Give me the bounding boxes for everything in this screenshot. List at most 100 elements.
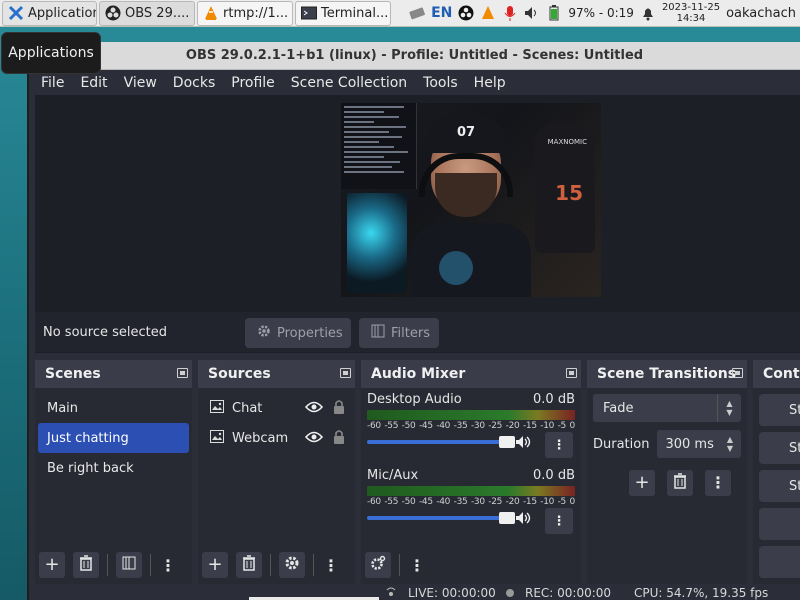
remove-transition-button[interactable]	[667, 470, 693, 496]
slider-handle[interactable]	[499, 436, 515, 448]
source-item-chat[interactable]: Chat	[198, 393, 355, 423]
add-source-button[interactable]: +	[202, 552, 228, 578]
system-tray: EN 97% - 0:19 2023-11-25 14:34 oakachach	[409, 0, 800, 27]
task-label: Terminal...	[321, 5, 389, 21]
audio-mixer-title: Audio Mixer	[371, 366, 466, 382]
live-status-icon	[384, 586, 398, 600]
source-item-webcam[interactable]: Webcam	[198, 423, 355, 453]
mixer-more-menu-icon[interactable]: ⋮	[408, 552, 426, 578]
applications-menu-button[interactable]: Applications	[2, 0, 97, 26]
add-scene-button[interactable]: +	[39, 552, 65, 578]
clock[interactable]: 2023-11-25 14:34	[662, 2, 720, 24]
menu-view[interactable]: View	[124, 75, 157, 91]
person-shirt	[411, 223, 531, 297]
scene-filters-button[interactable]	[116, 552, 142, 578]
scene-item-be-right-back[interactable]: Be right back	[35, 453, 192, 483]
menu-tools[interactable]: Tools	[423, 75, 458, 91]
speaker-icon[interactable]	[515, 510, 535, 526]
sources-dock: Sources Chat Webcam + ⋮	[198, 360, 355, 584]
channel-name: Desktop Audio	[367, 392, 462, 407]
keyboard-layout[interactable]: EN	[431, 5, 452, 21]
undock-icon[interactable]	[177, 368, 188, 378]
exit-button[interactable]	[759, 546, 800, 578]
controls-dock: Contr Sta Sta St	[753, 360, 800, 584]
scenes-header: Scenes	[35, 360, 192, 388]
live-timer: LIVE: 00:00:00	[408, 586, 496, 600]
menu-profile[interactable]: Profile	[231, 75, 275, 91]
menu-file[interactable]: File	[41, 75, 64, 91]
source-properties-button[interactable]	[279, 552, 305, 578]
volume-slider[interactable]	[367, 436, 515, 448]
task-terminal[interactable]: Terminal...	[295, 0, 391, 26]
image-source-icon	[210, 399, 224, 417]
vlc-tray-icon[interactable]	[480, 5, 496, 21]
gear-icon	[257, 324, 271, 342]
microphone-icon[interactable]	[502, 5, 518, 21]
transition-menu-icon[interactable]: ⋮	[705, 470, 731, 496]
preview-video[interactable]: MAXNOMIC 15 07	[341, 103, 601, 297]
menu-edit[interactable]: Edit	[80, 75, 107, 91]
duration-spinbox[interactable]: 300 ms ▲ ▼	[657, 430, 741, 458]
volume-slider[interactable]	[367, 512, 515, 524]
properties-label: Properties	[277, 325, 343, 341]
notification-bell-icon[interactable]	[640, 5, 656, 21]
lock-icon[interactable]	[333, 429, 345, 449]
lock-icon[interactable]	[333, 399, 345, 419]
task-label: rtmp://1...	[223, 5, 289, 21]
filters-label: Filters	[391, 325, 430, 341]
volume-icon[interactable]	[524, 5, 540, 21]
eye-icon[interactable]	[304, 401, 324, 417]
undock-icon[interactable]	[732, 368, 743, 378]
start-recording-button[interactable]: Sta	[759, 432, 800, 464]
transition-toolbar: + ⋮	[629, 470, 747, 496]
select-arrows-icon: ▲ ▼	[717, 394, 741, 422]
slider-handle[interactable]	[499, 512, 515, 524]
scene-item-just-chatting[interactable]: Just chatting	[38, 423, 189, 453]
spin-arrows-icon[interactable]: ▲ ▼	[719, 430, 741, 458]
plus-icon: +	[207, 554, 223, 575]
user-menu[interactable]: oakachach	[726, 6, 796, 21]
sources-title: Sources	[208, 366, 271, 382]
obs-window: OBS 29.0.2.1-1+b1 (linux) - Profile: Unt…	[27, 42, 800, 600]
network-icon[interactable]	[409, 5, 426, 21]
menu-scene-collection[interactable]: Scene Collection	[291, 75, 407, 91]
scenes-title: Scenes	[45, 366, 101, 382]
menu-docks[interactable]: Docks	[173, 75, 215, 91]
scene-item-main[interactable]: Main	[35, 393, 192, 423]
channel-menu-icon[interactable]: ⋮	[545, 508, 573, 534]
channel-menu-icon[interactable]: ⋮	[545, 432, 573, 458]
vlc-icon	[203, 5, 219, 21]
speaker-icon[interactable]	[515, 434, 535, 450]
scenes-toolbar: + ⋮	[39, 550, 188, 580]
properties-button[interactable]: Properties	[245, 318, 351, 348]
task-vlc[interactable]: rtmp://1...	[197, 0, 293, 26]
transition-select[interactable]: Fade ▲ ▼	[593, 394, 741, 422]
eye-icon[interactable]	[304, 431, 324, 447]
settings-button[interactable]	[759, 508, 800, 540]
remove-source-button[interactable]	[236, 552, 262, 578]
volume-meter	[367, 410, 575, 420]
remove-scene-button[interactable]	[73, 552, 99, 578]
plus-icon: +	[634, 472, 650, 493]
obs-tray-icon[interactable]	[458, 5, 474, 21]
scene-transitions-header: Scene Transitions	[587, 360, 747, 388]
battery-icon[interactable]	[546, 5, 562, 21]
task-obs[interactable]: OBS 29....	[99, 0, 195, 26]
undock-icon[interactable]	[340, 368, 351, 378]
clock-date: 2023-11-25	[661, 2, 721, 13]
divider	[150, 554, 151, 576]
scenes-more-menu-icon[interactable]: ⋮	[159, 552, 177, 578]
studio-mode-button[interactable]: St	[759, 470, 800, 502]
undock-icon[interactable]	[566, 368, 577, 378]
start-streaming-button[interactable]: Sta	[759, 394, 800, 426]
menu-help[interactable]: Help	[474, 75, 506, 91]
battery-status: 97% - 0:19	[568, 6, 634, 20]
sources-more-menu-icon[interactable]: ⋮	[322, 552, 340, 578]
filters-button[interactable]: Filters	[359, 318, 439, 348]
duration-value: 300 ms	[665, 436, 714, 452]
meter-scale: -60 -55 -50 -45 -40 -35 -30 -25 -20 -15 -10 -5 0	[367, 497, 575, 507]
advanced-audio-button[interactable]	[365, 552, 391, 578]
filter-icon	[371, 324, 385, 342]
add-transition-button[interactable]: +	[629, 470, 655, 496]
divider	[107, 554, 108, 576]
